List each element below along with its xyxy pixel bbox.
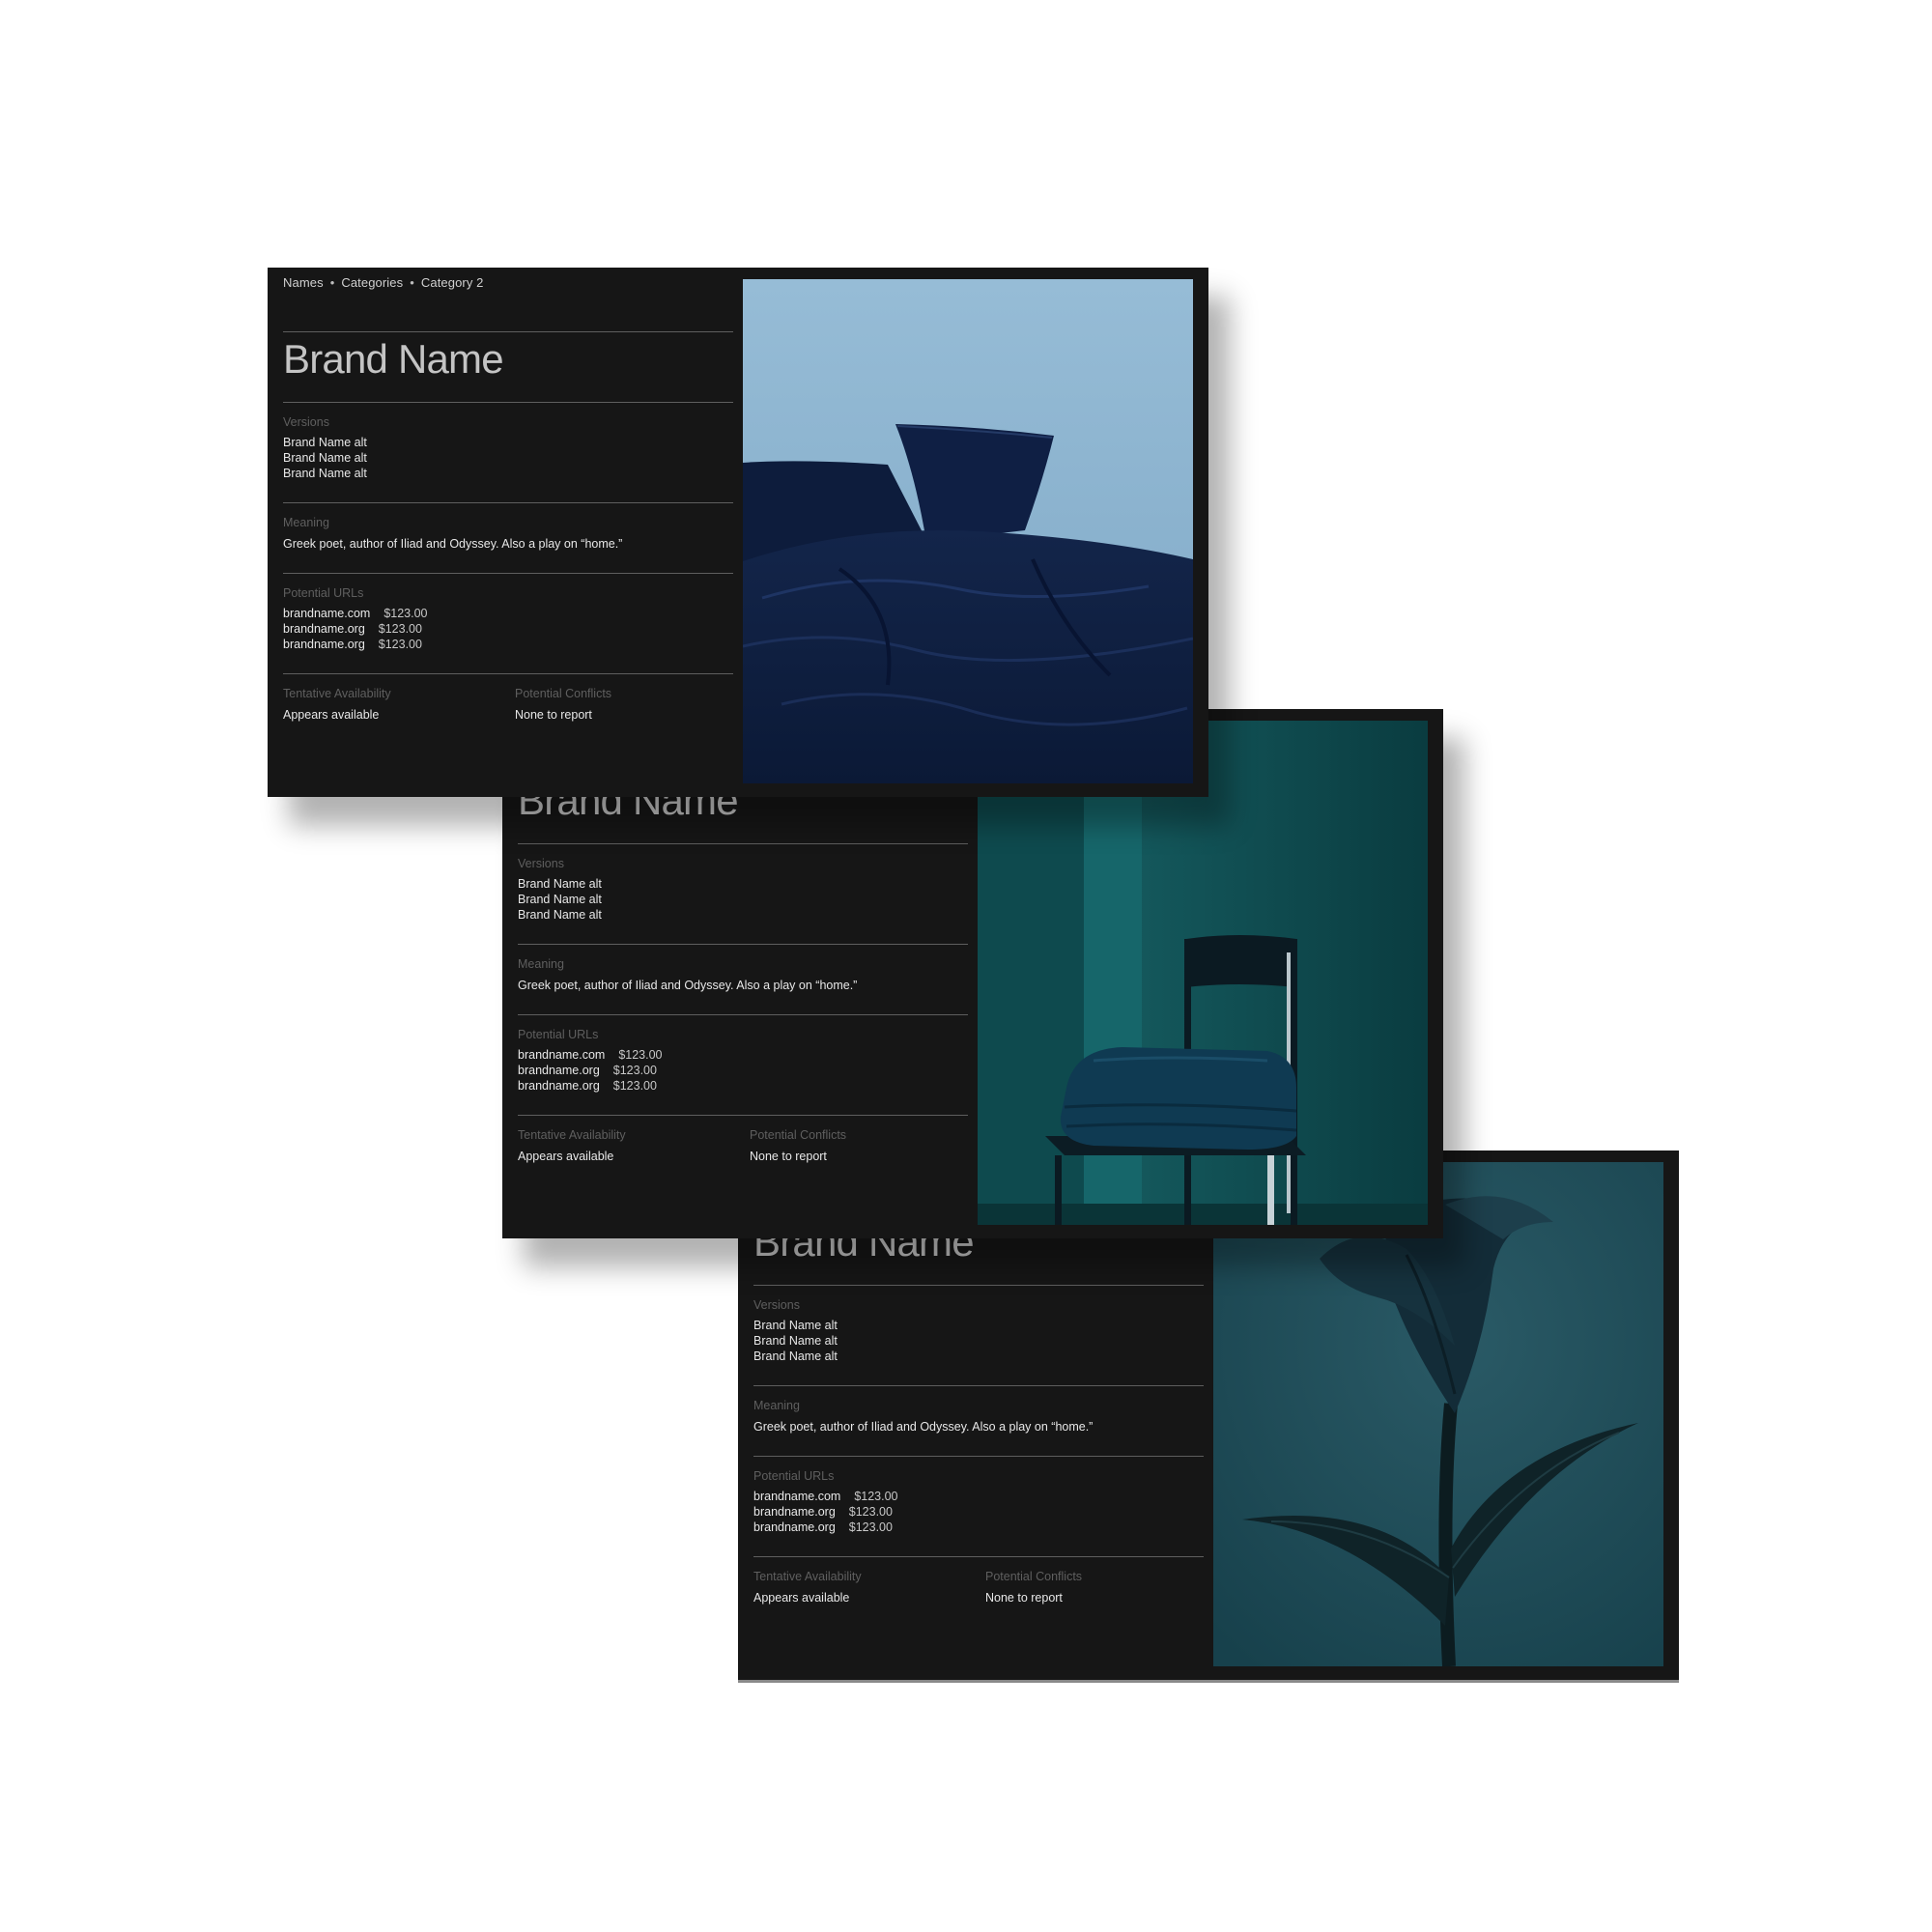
breadcrumb-item-names[interactable]: Names [283,275,324,290]
urls-label: Potential URLs [753,1469,835,1483]
meaning-label: Meaning [753,1399,800,1412]
breadcrumb-separator: • [329,275,335,290]
url-domain[interactable]: brandname.com [518,1048,605,1062]
urls-label: Potential URLs [518,1028,599,1041]
version-item: Brand Name alt [753,1334,838,1348]
divider [283,502,733,503]
meaning-label: Meaning [283,516,329,529]
url-price: $123.00 [848,1520,893,1534]
divider [283,402,733,403]
availability-value: Appears available [518,1150,614,1163]
urls-label: Potential URLs [283,586,364,600]
urls-list: brandname.com $123.00 brandname.org $123.0… [518,1047,663,1094]
url-domain[interactable]: brandname.org [518,1064,600,1077]
url-price: $123.00 [618,1048,663,1062]
divider [753,1285,1204,1286]
divider [753,1385,1204,1386]
breadcrumb: Names • Categories • Category 2 [283,275,483,290]
availability-value: Appears available [753,1591,850,1605]
divider [753,1456,1204,1457]
availability-label: Tentative Availability [518,1128,626,1142]
brand-title: Brand Name [283,336,504,382]
url-domain[interactable]: brandname.org [518,1079,600,1093]
url-row: brandname.org $123.00 [753,1504,898,1520]
url-domain[interactable]: brandname.org [753,1505,836,1519]
url-domain[interactable]: brandname.com [753,1490,840,1503]
divider [518,1014,968,1015]
breadcrumb-item-category[interactable]: Category 2 [421,275,484,290]
conflicts-value: None to report [515,708,592,722]
meaning-text: Greek poet, author of Iliad and Odyssey.… [283,537,623,551]
url-price: $123.00 [378,638,422,651]
availability-label: Tentative Availability [283,687,391,700]
versions-label: Versions [753,1298,800,1312]
url-domain[interactable]: brandname.org [283,638,365,651]
url-row: brandname.org $123.00 [283,637,428,652]
url-row: brandname.org $123.00 [518,1063,663,1078]
url-domain[interactable]: brandname.org [753,1520,836,1534]
divider [283,573,733,574]
meaning-text: Greek poet, author of Iliad and Odyssey.… [753,1420,1094,1434]
url-price: $123.00 [612,1064,657,1077]
version-item: Brand Name alt [518,893,602,906]
conflicts-label: Potential Conflicts [750,1128,847,1142]
url-price: $123.00 [848,1505,893,1519]
conflicts-label: Potential Conflicts [515,687,612,700]
divider [283,673,733,674]
conflicts-label: Potential Conflicts [985,1570,1083,1583]
url-row: brandname.com $123.00 [283,606,428,621]
versions-label: Versions [518,857,564,870]
version-item: Brand Name alt [518,877,602,891]
versions-label: Versions [283,415,329,429]
version-item: Brand Name alt [753,1350,838,1363]
url-row: brandname.com $123.00 [753,1489,898,1504]
divider [283,331,733,332]
url-row: brandname.com $123.00 [518,1047,663,1063]
conflicts-value: None to report [985,1591,1063,1605]
divider [518,944,968,945]
availability-value: Appears available [283,708,380,722]
versions-list: Brand Name alt Brand Name alt Brand Name… [518,876,602,923]
url-domain[interactable]: brandname.com [283,607,370,620]
version-item: Brand Name alt [283,451,367,465]
version-item: Brand Name alt [518,908,602,922]
urls-list: brandname.com $123.00 brandname.org $123.0… [283,606,428,652]
brand-card-1: Names • Categories • Category 2 Brand Name V… [268,268,1208,797]
conflicts-value: None to report [750,1150,827,1163]
url-price: $123.00 [612,1079,657,1093]
meaning-label: Meaning [518,957,564,971]
url-price: $123.00 [384,607,428,620]
version-item: Brand Name alt [753,1319,838,1332]
versions-list: Brand Name alt Brand Name alt Brand Name… [753,1318,838,1364]
breadcrumb-item-categories[interactable]: Categories [341,275,403,290]
breadcrumb-separator: • [410,275,414,290]
url-row: brandname.org $123.00 [518,1078,663,1094]
availability-label: Tentative Availability [753,1570,862,1583]
urls-list: brandname.com $123.00 brandname.org $123.0… [753,1489,898,1535]
url-row: brandname.org $123.00 [753,1520,898,1535]
url-row: brandname.org $123.00 [283,621,428,637]
version-item: Brand Name alt [283,436,367,449]
url-domain[interactable]: brandname.org [283,622,365,636]
divider [518,843,968,844]
url-price: $123.00 [854,1490,898,1503]
versions-list: Brand Name alt Brand Name alt Brand Name… [283,435,367,481]
brand-info-panel: Names • Categories • Category 2 Brand Name V… [283,268,733,797]
navy-bedding-photo [743,279,1193,783]
divider [753,1556,1204,1557]
meaning-text: Greek poet, author of Iliad and Odyssey.… [518,979,858,992]
divider [518,1115,968,1116]
url-price: $123.00 [378,622,422,636]
version-item: Brand Name alt [283,467,367,480]
